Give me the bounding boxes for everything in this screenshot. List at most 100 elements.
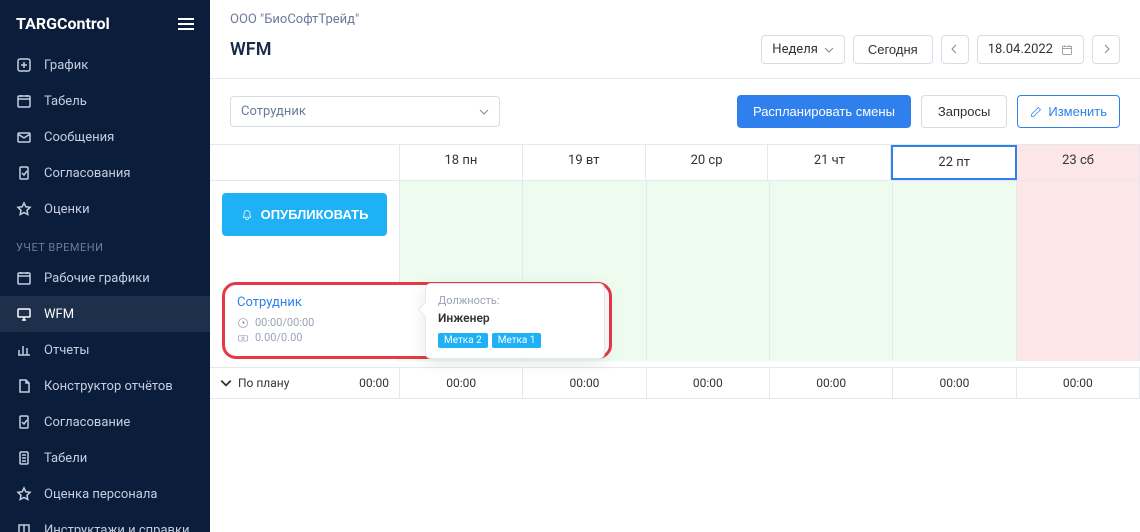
menu-toggle-icon[interactable] — [178, 18, 194, 30]
sidebar-item-label: Согласование — [44, 415, 130, 430]
prev-button[interactable] — [941, 35, 969, 64]
plan-cell: 00:00 — [770, 368, 893, 398]
plan-label: По плану — [238, 376, 289, 390]
monitor-icon — [16, 306, 32, 322]
sidebar-item-label: Отчеты — [44, 343, 89, 358]
star-icon — [16, 486, 32, 502]
sidebar-item-конструктор-отчётов[interactable]: Конструктор отчётов — [0, 368, 210, 404]
period-select[interactable]: Неделя — [761, 35, 845, 64]
breadcrumb: ООО "БиоСофтТрейд" — [210, 0, 1140, 35]
star-icon — [16, 201, 32, 217]
calendar-icon — [16, 93, 32, 109]
sidebar-item-сообщения[interactable]: Сообщения — [0, 119, 210, 155]
plan-cell: 00:00 — [523, 368, 646, 398]
sidebar-item-label: График — [44, 58, 88, 73]
sidebar-item-label: Инструктажи и справки — [44, 523, 190, 532]
header-spacer — [210, 145, 400, 180]
chevron-down-icon — [479, 107, 489, 117]
date-value: 18.04.2022 — [988, 42, 1053, 57]
day-header[interactable]: 20 ср — [646, 145, 769, 180]
sidebar-header: TARGControl — [0, 0, 210, 47]
date-picker[interactable]: 18.04.2022 — [977, 35, 1084, 64]
sidebar-item-label: Табели — [44, 451, 87, 466]
chevron-left-icon — [950, 44, 960, 54]
plan-cell: 00:00 — [1017, 368, 1140, 398]
sidebar-item-оценка-персонала[interactable]: Оценка персонала — [0, 476, 210, 512]
day-header[interactable]: 21 чт — [768, 145, 891, 180]
employee-placeholder: Сотрудник — [241, 104, 306, 119]
sidebar-item-инструктажи-и-справки[interactable]: Инструктажи и справки — [0, 512, 210, 532]
toolbar: Сотрудник Распланировать смены Запросы И… — [210, 79, 1140, 144]
sidebar-item-рабочие-графики[interactable]: Рабочие графики — [0, 260, 210, 296]
title-controls: Неделя Сегодня 18.04.2022 — [761, 35, 1120, 64]
plan-row: По плану 00:00 00:0000:0000:0000:0000:00… — [210, 367, 1140, 399]
sidebar-item-табель[interactable]: Табель — [0, 83, 210, 119]
day-header[interactable]: 18 пн — [400, 145, 523, 180]
employee-row: Сотрудник 00:00/00:00 0.00/0.00 Должност… — [222, 282, 612, 359]
publish-button[interactable]: ОПУБЛИКОВАТЬ — [222, 193, 387, 236]
plan-shifts-button[interactable]: Распланировать смены — [737, 95, 911, 128]
sidebar-item-label: WFM — [44, 307, 74, 322]
plan-first-value: 00:00 — [359, 376, 389, 390]
calendar-icon — [16, 270, 32, 286]
mail-icon — [16, 129, 32, 145]
tag: Метка 2 — [438, 333, 488, 348]
grid-header: 18 пн19 вт20 ср21 чт22 пт23 сб — [210, 144, 1140, 181]
edit-label: Изменить — [1048, 104, 1107, 119]
sidebar-item-label: Оценки — [44, 202, 90, 217]
bell-icon — [241, 209, 253, 221]
day-header[interactable]: 22 пт — [891, 145, 1017, 180]
day-column[interactable] — [770, 181, 893, 361]
sidebar-item-label: Табель — [44, 94, 87, 109]
sidebar: TARGControl График Табель Сообщения Согласо… — [0, 0, 210, 532]
sidebar-item-отчеты[interactable]: Отчеты — [0, 332, 210, 368]
chevron-right-icon — [1101, 44, 1111, 54]
edit-button[interactable]: Изменить — [1017, 95, 1120, 128]
book-icon — [16, 522, 32, 532]
requests-button[interactable]: Запросы — [921, 95, 1007, 128]
plus-box-icon — [16, 57, 32, 73]
sidebar-item-label: Оценка персонала — [44, 487, 157, 502]
sidebar-item-согласования[interactable]: Согласования — [0, 155, 210, 191]
day-column[interactable] — [1017, 181, 1140, 361]
day-column[interactable] — [647, 181, 770, 361]
plan-cell: 00:00 — [647, 368, 770, 398]
tooltip-position-label: Должность: — [438, 294, 592, 307]
plan-row-header[interactable]: По плану 00:00 — [210, 368, 400, 398]
sidebar-item-согласование[interactable]: Согласование — [0, 404, 210, 440]
period-label: Неделя — [772, 42, 818, 57]
clipboard-check-icon — [16, 165, 32, 181]
day-header[interactable]: 19 вт — [523, 145, 646, 180]
bar-chart-icon — [16, 342, 32, 358]
employee-select[interactable]: Сотрудник — [230, 96, 500, 127]
sidebar-item-label: Согласования — [44, 166, 131, 181]
calendar-icon — [1061, 44, 1073, 56]
sidebar-item-wfm[interactable]: WFM — [0, 296, 210, 332]
sidebar-item-оценки[interactable]: Оценки — [0, 191, 210, 227]
employee-tooltip: Должность: Инженер Метка 2 Метка 1 — [425, 283, 605, 359]
day-header[interactable]: 23 сб — [1017, 145, 1140, 180]
edit-icon — [1030, 106, 1042, 118]
day-column[interactable] — [893, 181, 1016, 361]
next-button[interactable] — [1092, 35, 1120, 64]
today-button[interactable]: Сегодня — [853, 35, 933, 64]
chevron-down-icon — [824, 45, 834, 55]
sidebar-item-табели[interactable]: Табели — [0, 440, 210, 476]
sidebar-item-график[interactable]: График — [0, 47, 210, 83]
clipboard-icon — [16, 450, 32, 466]
sidebar-item-label: Рабочие графики — [44, 271, 150, 286]
nav-section-label: УЧЕТ ВРЕМЕНИ — [0, 227, 210, 260]
plan-cell: 00:00 — [400, 368, 523, 398]
tag: Метка 1 — [492, 333, 542, 348]
tooltip-position-value: Инженер — [438, 311, 592, 325]
tooltip-tags: Метка 2 Метка 1 — [438, 333, 592, 348]
file-icon — [16, 378, 32, 394]
publish-label: ОПУБЛИКОВАТЬ — [261, 207, 369, 222]
publish-block: ОПУБЛИКОВАТЬ — [210, 181, 399, 248]
toolbar-right: Распланировать смены Запросы Изменить — [737, 95, 1120, 128]
app-logo[interactable]: TARGControl — [16, 14, 110, 33]
title-bar: WFM Неделя Сегодня 18.04.2022 — [210, 35, 1140, 79]
page-title: WFM — [230, 39, 271, 60]
money-icon — [237, 332, 249, 344]
main-content: ООО "БиоСофтТрейд" WFM Неделя Сегодня 18… — [210, 0, 1140, 532]
